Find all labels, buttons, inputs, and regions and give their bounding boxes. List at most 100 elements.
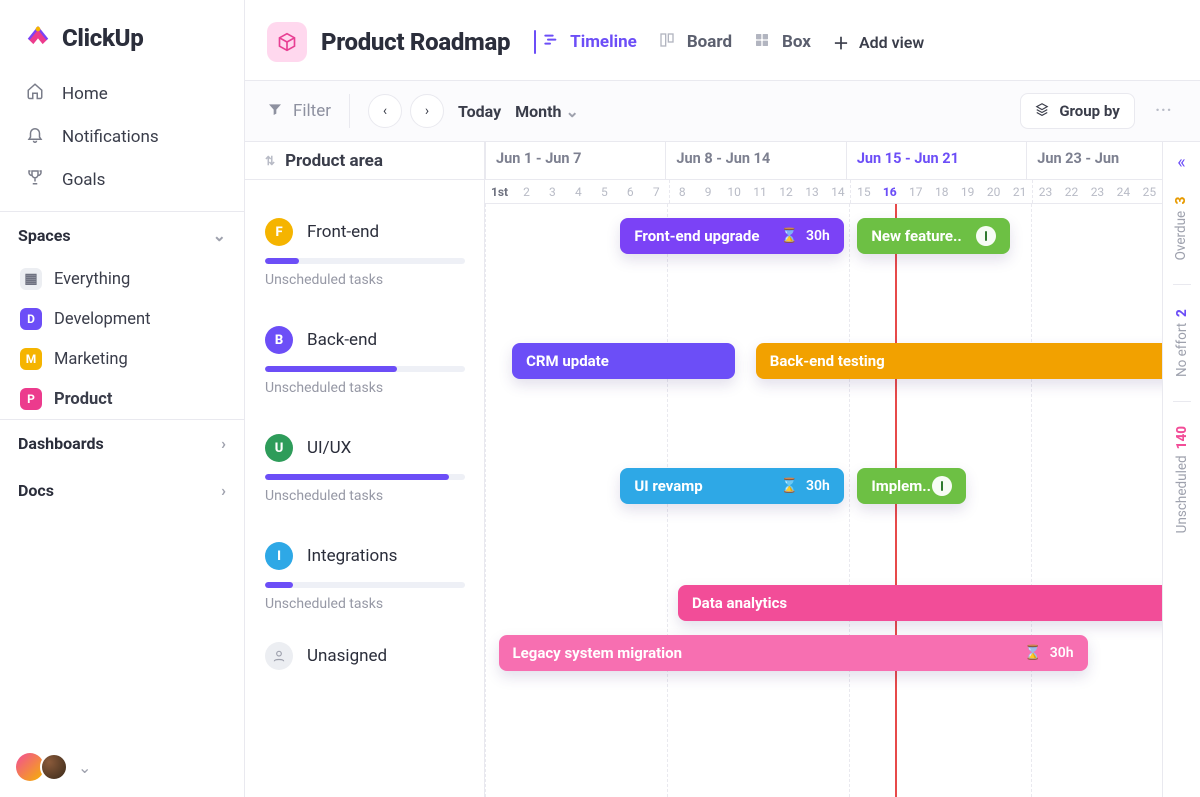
space-marketing[interactable]: M Marketing (0, 339, 244, 379)
trophy-icon (24, 168, 46, 191)
group-frontend[interactable]: FFront-end Unscheduled tasks (245, 204, 484, 292)
alert-icon (932, 476, 952, 496)
nav-label: Notifications (62, 127, 159, 147)
week-header[interactable]: Jun 1 - Jun 7 (485, 142, 665, 179)
task-label: Implem.. (871, 477, 931, 495)
plus-icon: ＋ (833, 30, 849, 54)
timeline-left-column: ⇅ Product area FFront-end Unscheduled ta… (245, 142, 485, 797)
docs-header[interactable]: Docs › (0, 467, 244, 514)
unscheduled-link[interactable]: Unscheduled tasks (265, 596, 464, 612)
add-view[interactable]: ＋ Add view (833, 30, 924, 54)
avatar (40, 753, 68, 781)
group-by-button[interactable]: Group by (1020, 93, 1134, 129)
filter-label: Filter (293, 101, 331, 121)
space-badge: M (20, 348, 42, 370)
task-hours: 30h (1050, 645, 1074, 661)
group-label: Front-end (307, 222, 379, 242)
view-label: Box (782, 32, 811, 52)
board-icon (659, 32, 677, 53)
week-header[interactable]: Jun 8 - Jun 14 (665, 142, 845, 179)
space-development[interactable]: D Development (0, 299, 244, 339)
unscheduled-link[interactable]: Unscheduled tasks (265, 380, 464, 396)
collapse-rail-icon[interactable]: « (1177, 152, 1185, 173)
task-bar-new-feature[interactable]: New feature.. (857, 218, 1009, 254)
spaces-header-label: Spaces (18, 226, 71, 245)
sort-icon: ⇅ (265, 154, 275, 168)
week-header[interactable]: Jun 23 - Jun (1026, 142, 1162, 179)
filter-button[interactable]: Filter (267, 101, 331, 122)
group-by-label: Group by (1059, 102, 1119, 120)
task-bar-crm-update[interactable]: CRM update (512, 343, 735, 379)
sidebar: ClickUp Home Notifications Goals Spaces … (0, 0, 245, 797)
space-badge: D (20, 308, 42, 330)
group-label: UI/UX (307, 438, 351, 458)
period-dropdown[interactable]: Month ⌄ (515, 102, 579, 121)
view-box[interactable]: Box (754, 32, 811, 53)
group-label: Unasigned (307, 646, 387, 666)
task-bar-backend-testing[interactable]: Back-end testing (756, 343, 1162, 379)
add-view-label: Add view (859, 33, 924, 52)
dashboards-header[interactable]: Dashboards › (0, 419, 244, 467)
space-label: Everything (54, 270, 130, 289)
group-column-label: Product area (285, 151, 383, 171)
space-product[interactable]: P Product (0, 379, 244, 419)
home-icon (24, 82, 46, 105)
view-board[interactable]: Board (659, 32, 732, 53)
rail-unscheduled[interactable]: Unscheduled 140 (1174, 426, 1190, 533)
filter-icon (267, 101, 283, 122)
brand-logo-icon (24, 22, 52, 54)
nav-home[interactable]: Home (10, 72, 234, 115)
task-label: Data analytics (692, 594, 787, 612)
spaces-everything[interactable]: ▦ Everything (0, 259, 244, 299)
nav-label: Goals (62, 170, 105, 190)
unscheduled-link[interactable]: Unscheduled tasks (265, 272, 464, 288)
prev-button[interactable]: ‹ (368, 94, 402, 128)
nav-goals[interactable]: Goals (10, 158, 234, 201)
space-badge: P (20, 388, 42, 410)
task-hours: 30h (806, 228, 830, 244)
task-bar-data-analytics[interactable]: Data analytics (678, 585, 1162, 621)
task-bar-legacy-migration[interactable]: Legacy system migration ⌛30h (499, 635, 1088, 671)
space-label: Product (54, 390, 112, 409)
task-bar-ui-revamp[interactable]: UI revamp ⌛30h (620, 468, 843, 504)
spaces-header[interactable]: Spaces ⌄ (0, 211, 244, 259)
topbar: Product Roadmap Timeline Board Box ＋ (245, 0, 1200, 81)
grid-icon: ▦ (20, 268, 42, 290)
group-unassigned[interactable]: Unasigned (245, 636, 484, 674)
group-backend[interactable]: BBack-end Unscheduled tasks (245, 312, 484, 400)
more-menu[interactable]: ··· (1149, 99, 1178, 124)
rail-overdue[interactable]: Overdue 3 (1173, 197, 1191, 260)
user-switcher[interactable]: ⌄ (0, 737, 244, 797)
layers-icon (1035, 102, 1049, 120)
group-integrations[interactable]: IIntegrations Unscheduled tasks (245, 528, 484, 616)
view-timeline[interactable]: Timeline (534, 30, 637, 54)
nav-notifications[interactable]: Notifications (10, 115, 234, 158)
group-uiux[interactable]: UUI/UX Unscheduled tasks (245, 420, 484, 508)
group-progress (265, 474, 465, 480)
group-column-header[interactable]: ⇅ Product area (245, 142, 484, 180)
task-label: New feature.. (871, 227, 961, 245)
task-bar-implement[interactable]: Implem.. (857, 468, 965, 504)
timeline-icon (542, 32, 560, 53)
task-label: Legacy system migration (513, 644, 683, 662)
timeline-grid[interactable]: Jun 1 - Jun 7 Jun 8 - Jun 14 Jun 15 - Ju… (485, 142, 1162, 797)
brand[interactable]: ClickUp (0, 0, 244, 68)
week-header[interactable]: Jun 15 - Jun 21 (846, 142, 1026, 179)
main: Product Roadmap Timeline Board Box ＋ (245, 0, 1200, 797)
task-label: UI revamp (634, 477, 702, 495)
chevron-right-icon: › (221, 481, 226, 500)
group-label: Back-end (307, 330, 377, 350)
today-button[interactable]: Today (458, 102, 501, 121)
next-button[interactable]: › (410, 94, 444, 128)
unscheduled-link[interactable]: Unscheduled tasks (265, 488, 464, 504)
space-label: Development (54, 310, 151, 329)
bell-icon (24, 125, 46, 148)
view-label: Timeline (570, 32, 637, 52)
chevron-down-icon: ⌄ (213, 226, 226, 245)
group-progress (265, 366, 465, 372)
task-bar-frontend-upgrade[interactable]: Front-end upgrade ⌛30h (620, 218, 843, 254)
alert-icon (976, 226, 996, 246)
nav-label: Home (62, 84, 108, 104)
docs-label: Docs (18, 481, 54, 500)
rail-noeffort[interactable]: No effort 2 (1174, 309, 1190, 377)
